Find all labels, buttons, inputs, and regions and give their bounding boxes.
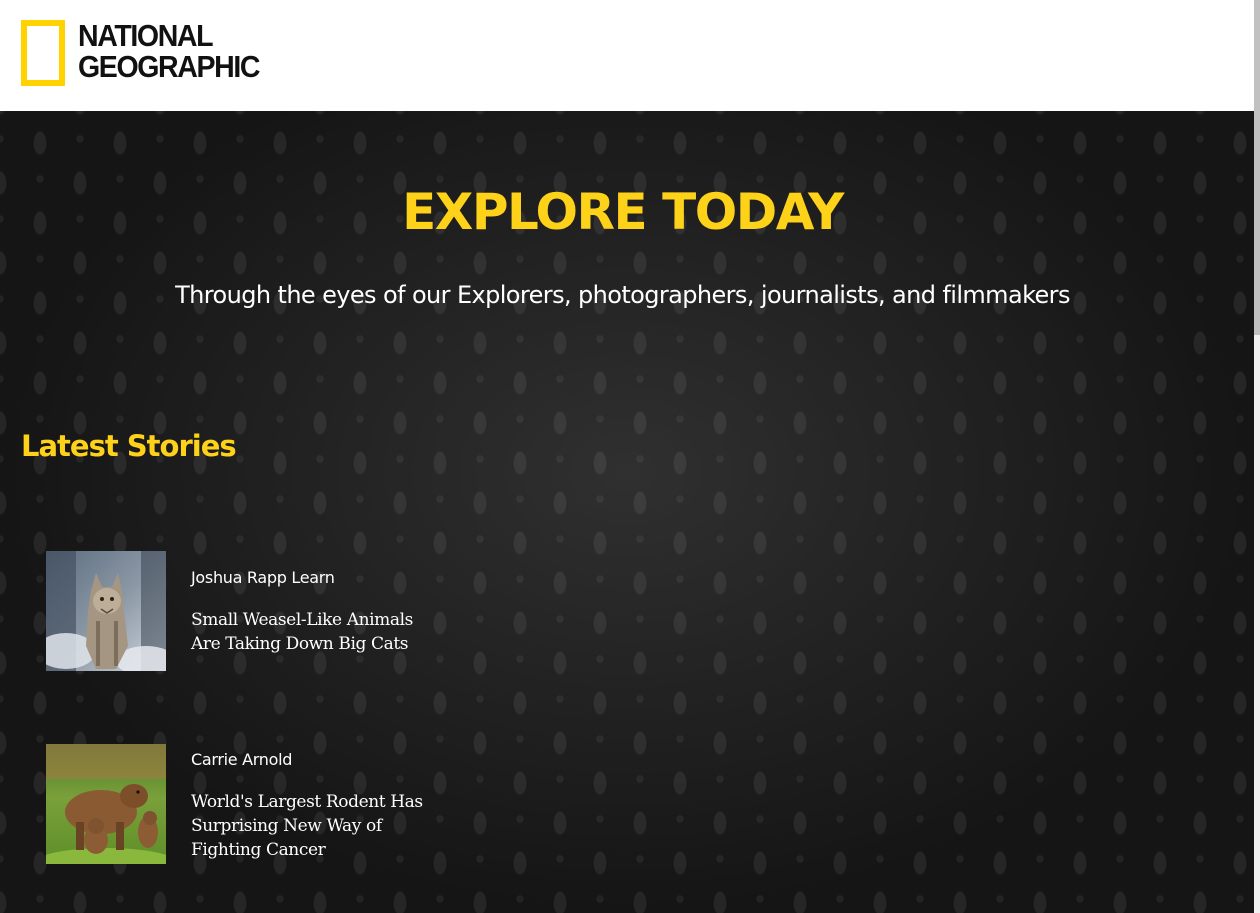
story-author: Carrie Arnold — [191, 750, 293, 769]
story-card[interactable]: Carrie Arnold World's Largest Rodent Has… — [46, 744, 446, 864]
vertical-scrollbar[interactable] — [1254, 0, 1260, 913]
yellow-border-icon — [21, 20, 65, 86]
hero-title: EXPLORE TODAY — [402, 183, 844, 241]
latest-stories-heading: Latest Stories — [21, 429, 237, 463]
capybara-photo — [46, 744, 166, 864]
capybara-photo-thumbnail[interactable] — [46, 744, 166, 864]
story-meta: Joshua Rapp Learn Small Weasel-Like Anim… — [191, 551, 441, 671]
lynx-photo-thumbnail[interactable] — [46, 551, 166, 671]
logo-line-2: GEOGRAPHIC — [78, 48, 260, 84]
story-headline[interactable]: World's Largest Rodent Has Surprising Ne… — [191, 790, 441, 862]
story-headline[interactable]: Small Weasel-Like Animals Are Taking Dow… — [191, 608, 441, 656]
story-card[interactable]: Joshua Rapp Learn Small Weasel-Like Anim… — [46, 551, 446, 671]
site-header: NATIONAL GEOGRAPHIC — [0, 0, 1254, 111]
story-meta: Carrie Arnold World's Largest Rodent Has… — [191, 744, 441, 864]
story-author: Joshua Rapp Learn — [191, 568, 335, 587]
logo-wordmark: NATIONAL GEOGRAPHIC — [78, 17, 260, 84]
hero-subtitle: Through the eyes of our Explorers, photo… — [175, 281, 1070, 309]
scrollbar-thumb[interactable] — [1254, 0, 1260, 335]
hero-section: EXPLORE TODAY Through the eyes of our Ex… — [0, 111, 1254, 913]
page: NATIONAL GEOGRAPHIC EXPLORE TODAY Throug… — [0, 0, 1260, 913]
logo-line-1: NATIONAL — [78, 17, 214, 53]
national-geographic-logo[interactable]: NATIONAL GEOGRAPHIC — [21, 15, 275, 86]
lynx-photo — [46, 551, 166, 671]
